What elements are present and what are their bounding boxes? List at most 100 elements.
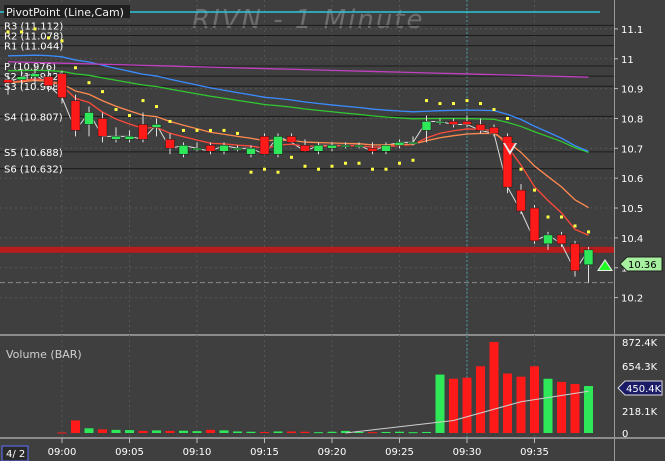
candle-body[interactable] (286, 136, 297, 143)
volume-bar[interactable] (503, 373, 512, 433)
candle-body[interactable] (138, 124, 148, 140)
candle-body[interactable] (111, 136, 121, 140)
sar-dot (290, 155, 293, 159)
volume-bar[interactable] (584, 386, 593, 433)
volume-bar[interactable] (98, 429, 107, 433)
candle-body[interactable] (232, 148, 243, 151)
candle-body[interactable] (543, 234, 553, 245)
sar-dot (425, 99, 428, 103)
candle-body[interactable] (3, 79, 13, 83)
volume-bar[interactable] (408, 432, 418, 434)
candle-body[interactable] (165, 139, 175, 149)
sar-dot (371, 167, 374, 171)
volume-bar[interactable] (273, 431, 283, 433)
candle-body[interactable] (381, 145, 391, 152)
price-axis[interactable] (615, 0, 665, 333)
volume-bar[interactable] (260, 431, 269, 433)
candle-body[interactable] (489, 127, 499, 134)
volume-bar[interactable] (516, 376, 526, 433)
candle-body[interactable] (219, 145, 229, 152)
volume-bar[interactable] (300, 431, 310, 433)
volume-bar[interactable] (422, 431, 431, 433)
candle-body[interactable] (151, 124, 162, 128)
candle-body[interactable] (205, 145, 216, 152)
sar-dot (195, 128, 199, 132)
volume-bar[interactable] (165, 430, 175, 433)
volume-bar[interactable] (71, 420, 80, 433)
candle-body[interactable] (57, 73, 67, 98)
volume-bar[interactable] (462, 377, 472, 433)
volume-tick-label: 218.1K (622, 407, 658, 418)
volume-bar[interactable] (246, 431, 256, 433)
volume-bar[interactable] (192, 431, 202, 433)
sar-dot (249, 170, 253, 174)
candle-body[interactable] (273, 136, 283, 155)
candle-body[interactable] (408, 142, 418, 145)
volume-bar[interactable] (125, 430, 134, 433)
sar-dot (398, 161, 401, 165)
volume-bar[interactable] (138, 430, 148, 433)
volume-bar[interactable] (435, 374, 445, 433)
volume-bar[interactable] (543, 378, 553, 433)
candle-body[interactable] (354, 145, 364, 148)
candle-body[interactable] (124, 136, 135, 140)
candle-body[interactable] (30, 73, 40, 77)
volume-bar[interactable] (476, 366, 485, 433)
candle-body[interactable] (421, 121, 432, 131)
candle-body[interactable] (516, 189, 526, 212)
volume-bar[interactable] (489, 342, 499, 433)
volume-bar[interactable] (219, 430, 229, 433)
time-tick-label: 09:05 (115, 447, 144, 458)
volume-bar[interactable] (111, 429, 121, 433)
sar-dot (303, 164, 307, 168)
candle-body[interactable] (583, 249, 594, 265)
candle-body[interactable] (367, 148, 378, 152)
volume-bar[interactable] (381, 431, 391, 433)
candle-body[interactable] (70, 100, 81, 131)
volume-bar[interactable] (327, 431, 337, 433)
candle-body[interactable] (462, 121, 472, 125)
volume-bar[interactable] (233, 431, 242, 433)
volume-bar[interactable] (314, 432, 323, 434)
candle-body[interactable] (475, 124, 486, 131)
sar-dot (411, 158, 415, 162)
volume-bar[interactable] (368, 432, 377, 434)
volume-bar[interactable] (395, 431, 404, 433)
candle-body[interactable] (178, 145, 189, 155)
candle-body[interactable] (435, 121, 445, 124)
volume-bar[interactable] (179, 430, 188, 433)
candle-body[interactable] (300, 145, 310, 152)
volume-title: Volume (BAR) (6, 348, 82, 361)
candle-body[interactable] (192, 148, 202, 151)
time-tick-label: 09:20 (318, 447, 347, 458)
candle-body[interactable] (246, 148, 256, 155)
time-tick-label: 09:15 (250, 447, 279, 458)
candle-body[interactable] (327, 145, 337, 149)
candle-body[interactable] (529, 207, 540, 242)
candle-body[interactable] (313, 145, 324, 152)
sar-dot (506, 116, 509, 120)
candle-body[interactable] (43, 76, 54, 86)
candle-body[interactable] (97, 118, 108, 137)
candle-body[interactable] (570, 243, 580, 271)
candle-body[interactable] (448, 121, 459, 125)
candle-body[interactable] (340, 145, 351, 148)
candle-body[interactable] (84, 112, 94, 125)
candle-body[interactable] (259, 136, 270, 155)
volume-bar[interactable] (287, 431, 296, 433)
volume-bar[interactable] (557, 381, 566, 433)
support-band (0, 246, 614, 253)
volume-bar[interactable] (206, 429, 215, 433)
candle-body[interactable] (394, 142, 405, 146)
sar-dot (87, 81, 91, 85)
candle-body[interactable] (556, 234, 567, 245)
sar-dot (492, 108, 496, 112)
sar-dot (357, 161, 361, 165)
volume-bar[interactable] (84, 428, 94, 433)
volume-bar[interactable] (449, 378, 458, 433)
sar-dot (384, 167, 388, 171)
candle-body[interactable] (16, 76, 27, 80)
volume-bar[interactable] (152, 430, 161, 433)
volume-bar[interactable] (57, 432, 67, 434)
volume-bar[interactable] (570, 383, 580, 433)
